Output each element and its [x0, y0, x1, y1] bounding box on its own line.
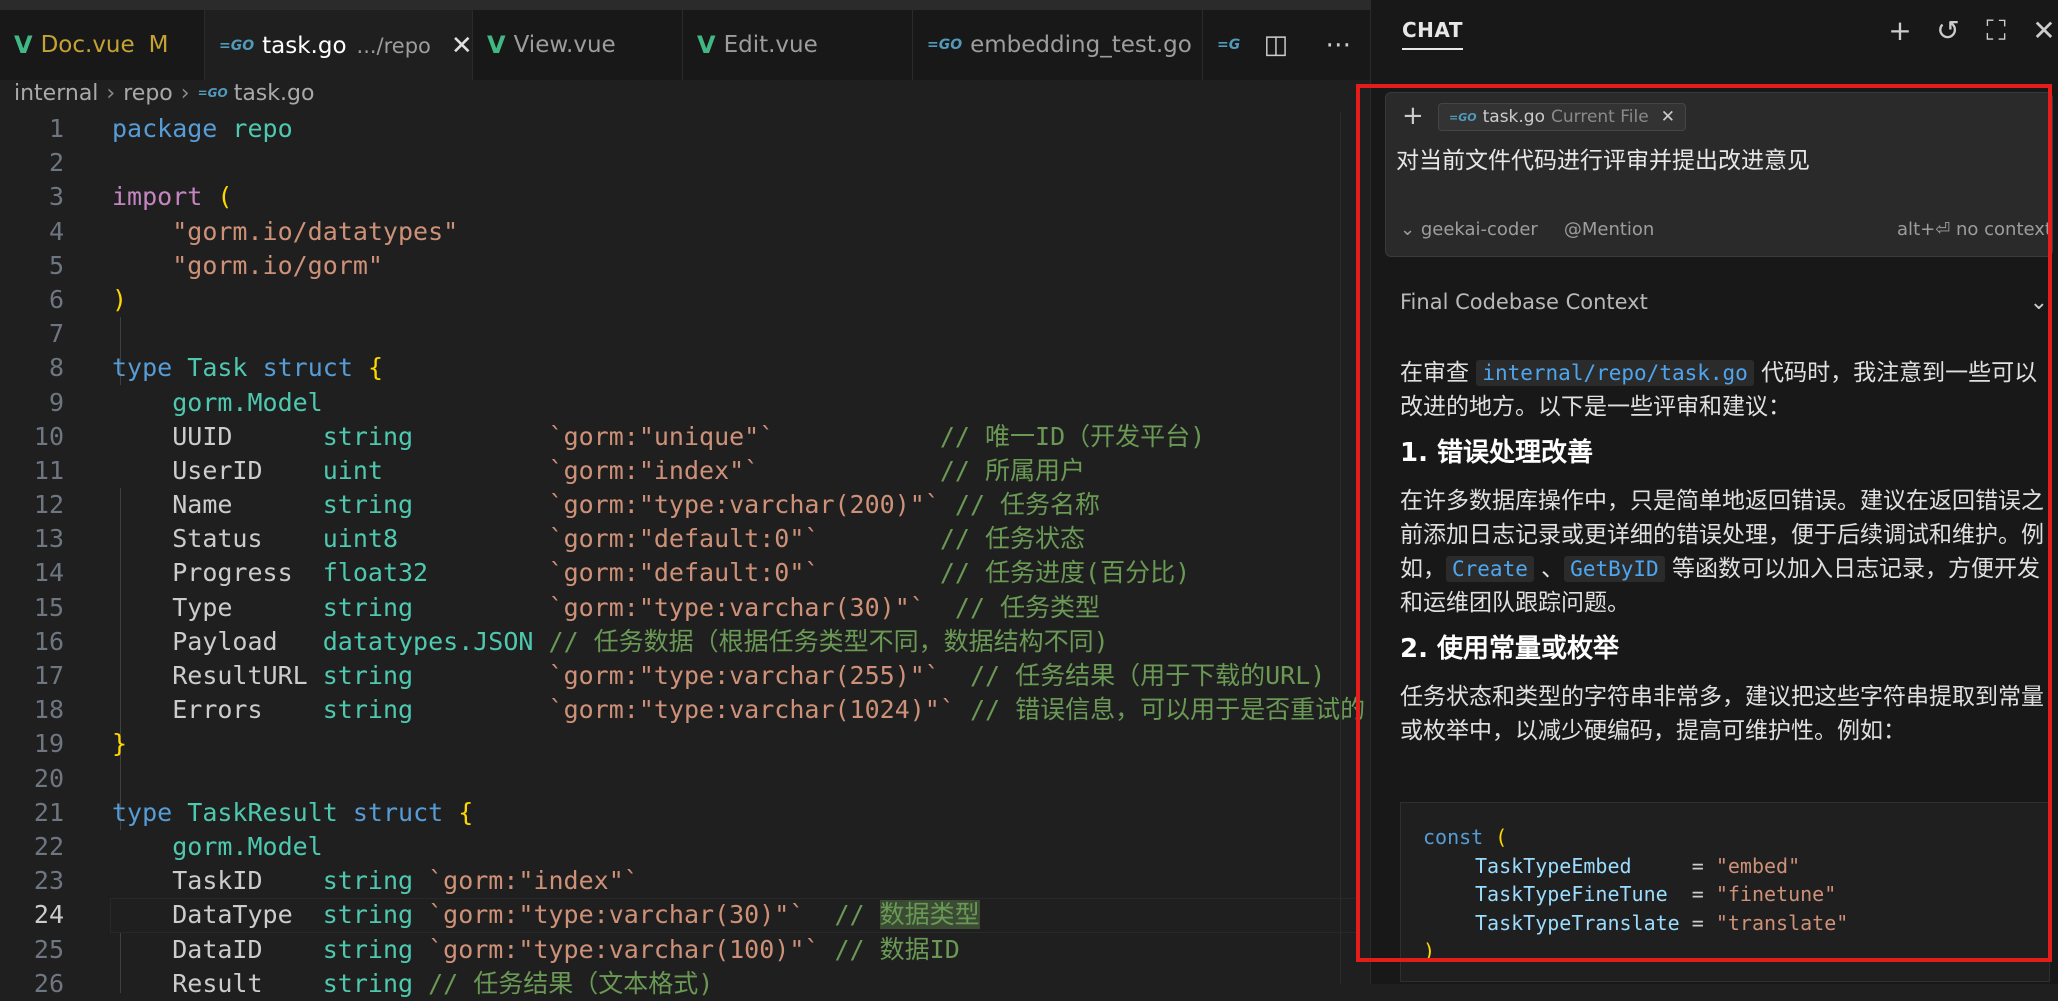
more-actions-icon[interactable]: ⋯	[1325, 30, 1351, 60]
input-footer: ⌄ geekai-coder @Mention alt+⏎ no context	[1400, 219, 2052, 240]
close-icon[interactable]: ✕	[2029, 14, 2058, 48]
code-line: 10 UUID string `gorm:"unique"` // 唯一ID（开…	[33, 421, 1206, 451]
model-selector[interactable]: ⌄ geekai-coder	[1400, 219, 1538, 240]
code-line: 11 UserID uint `gorm:"index"` // 所属用户	[33, 455, 1086, 485]
chat-title[interactable]: CHAT	[1402, 18, 1463, 50]
response-paragraph: 任务状态和类型的字符串非常多，建议把这些字符串提取到常量或枚举中，以减少硬编码，…	[1400, 684, 2044, 744]
code-line: 25 DataID string `gorm:"type:varchar(100…	[33, 934, 960, 964]
code-line: 5 "gorm.io/gorm"	[48, 250, 383, 280]
editor-tab-bar: V Doc.vue M =GO task.go .../repo ✕ V Vie…	[0, 0, 1370, 80]
tab-task-go[interactable]: =GO task.go .../repo ✕	[205, 10, 473, 80]
prompt-input[interactable]: 对当前文件代码进行评审并提出改进意见	[1396, 141, 1810, 175]
add-context-button[interactable]: +	[1402, 101, 1424, 131]
breadcrumb: internal › repo › =GO task.go	[0, 80, 314, 106]
editor-actions: ◫ ⋯	[1245, 10, 1370, 80]
tab-edit-vue[interactable]: V Edit.vue	[683, 10, 913, 80]
editor-scrollbar[interactable]	[1340, 112, 1363, 984]
code-line: 3 import (	[48, 182, 233, 212]
go-icon: =GO	[197, 86, 228, 100]
vue-icon: V	[697, 31, 716, 59]
tab-view-vue[interactable]: V View.vue	[473, 10, 683, 80]
code-line: TaskTypeTranslate = "translate"	[1475, 910, 1849, 935]
code-line: 7	[48, 319, 64, 349]
code-line: 17 ResultURL string `gorm:"type:varchar(…	[33, 661, 1326, 690]
editor-pane: V Doc.vue M =GO task.go .../repo ✕ V Vie…	[0, 0, 1370, 998]
history-icon[interactable]: ↺	[1933, 14, 1963, 48]
code-line: TaskTypeFineTune = "finetune"	[1475, 882, 1837, 906]
context-chip[interactable]: =GO task.go Current File ✕	[1438, 103, 1686, 131]
breadcrumb-repo[interactable]: repo	[123, 81, 173, 106]
response-heading: 2. 使用常量或枚举	[1400, 634, 1620, 664]
code-line: 21 type TaskResult struct {	[33, 797, 474, 827]
maximize-icon[interactable]: ⛶	[1981, 14, 2011, 48]
close-tab-icon[interactable]: ✕	[451, 31, 472, 61]
split-editor-icon[interactable]: ◫	[1264, 30, 1289, 60]
code-editor[interactable]: 1 package repo 2 3 import ( 4 "gorm.io/dat…	[0, 112, 1366, 1001]
code-line: 1 package repo	[48, 114, 293, 143]
context-label: Final Codebase Context	[1400, 290, 1648, 314]
code-line: 23 TaskID string `gorm:"index"`	[33, 866, 639, 896]
go-icon: =G	[1217, 37, 1241, 53]
code-line: 22 gorm.Model	[33, 831, 323, 861]
tab-overflow[interactable]: =G	[1203, 10, 1248, 80]
code-line: 13 Status uint8 `gorm:"default:0"` // 任务…	[33, 524, 1086, 554]
remove-context-icon[interactable]: ✕	[1661, 107, 1675, 127]
response-paragraph: 在审查 internal/repo/task.go 代码时，我注意到一些可以改进…	[1400, 360, 2038, 420]
code-line: TaskTypeEmbed = "embed"	[1475, 853, 1801, 878]
code-line: 12 Name string `gorm:"type:varchar(200)"…	[33, 490, 1101, 520]
assistant-response: 在审查 internal/repo/task.go 代码时，我注意到一些可以改进…	[1400, 356, 2050, 758]
code-line: 19}	[33, 729, 128, 759]
add-icon[interactable]: +	[1885, 14, 1915, 48]
response-code-block[interactable]: const ( TaskTypeEmbed = "embed" TaskType…	[1400, 802, 2050, 982]
chevron-right-icon: ›	[106, 80, 116, 106]
code-line: 20	[33, 763, 64, 793]
code-line: 6)	[48, 284, 128, 314]
code-line: 14 Progress float32 `gorm:"default:0"` /…	[33, 558, 1191, 588]
code-line: 8 type Task struct {	[48, 353, 383, 383]
code-line: 2	[48, 148, 64, 178]
vue-icon: V	[487, 31, 506, 59]
inline-code[interactable]: Create	[1446, 556, 1534, 582]
tab-doc-vue[interactable]: V Doc.vue M	[0, 10, 205, 80]
code-line-current: 24 DataType string `gorm:"type:varchar(3…	[0, 898, 1360, 934]
selection-highlight: 数据类型	[879, 900, 980, 930]
chat-header-actions: + ↺ ⛶ ✕	[1885, 14, 2058, 48]
go-icon: =GO	[1449, 110, 1477, 124]
chevron-right-icon: ›	[180, 80, 190, 106]
modified-indicator: M	[148, 32, 169, 58]
codebase-context-toggle[interactable]: Final Codebase Context ⌄	[1400, 290, 2048, 330]
chat-input-box[interactable]: + =GO task.go Current File ✕ 对当前文件代码进行评审…	[1385, 92, 2053, 257]
breadcrumb-internal[interactable]: internal	[14, 81, 98, 106]
inline-code[interactable]: GetByID	[1564, 556, 1665, 582]
breadcrumb-task-go[interactable]: task.go	[234, 81, 315, 106]
tab-embedding-test-go[interactable]: =GO embedding_test.go	[913, 10, 1203, 80]
code-line: 16 Payload datatypes.JSON // 任务数据（根据任务类型…	[33, 626, 1109, 656]
vue-icon: V	[14, 31, 33, 59]
shortcut-hint: alt+⏎ no context	[1897, 219, 2052, 240]
code-line: 9 gorm.Model	[48, 387, 323, 417]
go-icon: =GO	[219, 38, 255, 54]
chevron-down-icon: ⌄	[2029, 290, 2048, 315]
chevron-down-icon: ⌄	[1400, 219, 1421, 240]
code-line: 15 Type string `gorm:"type:varchar(30)"`…	[33, 592, 1101, 622]
mention-button[interactable]: @Mention	[1564, 219, 1655, 240]
response-heading: 1. 错误处理改善	[1400, 438, 1594, 468]
code-line: 18 Errors string `gorm:"type:varchar(102…	[33, 695, 1366, 725]
response-paragraph: 在许多数据库操作中，只是简单地返回错误。建议在返回错误之前添加日志记录或更详细的…	[1400, 488, 2044, 616]
go-icon: =GO	[927, 37, 963, 53]
inline-code[interactable]: internal/repo/task.go	[1476, 360, 1754, 386]
code-line: 4 "gorm.io/datatypes"	[48, 216, 459, 246]
